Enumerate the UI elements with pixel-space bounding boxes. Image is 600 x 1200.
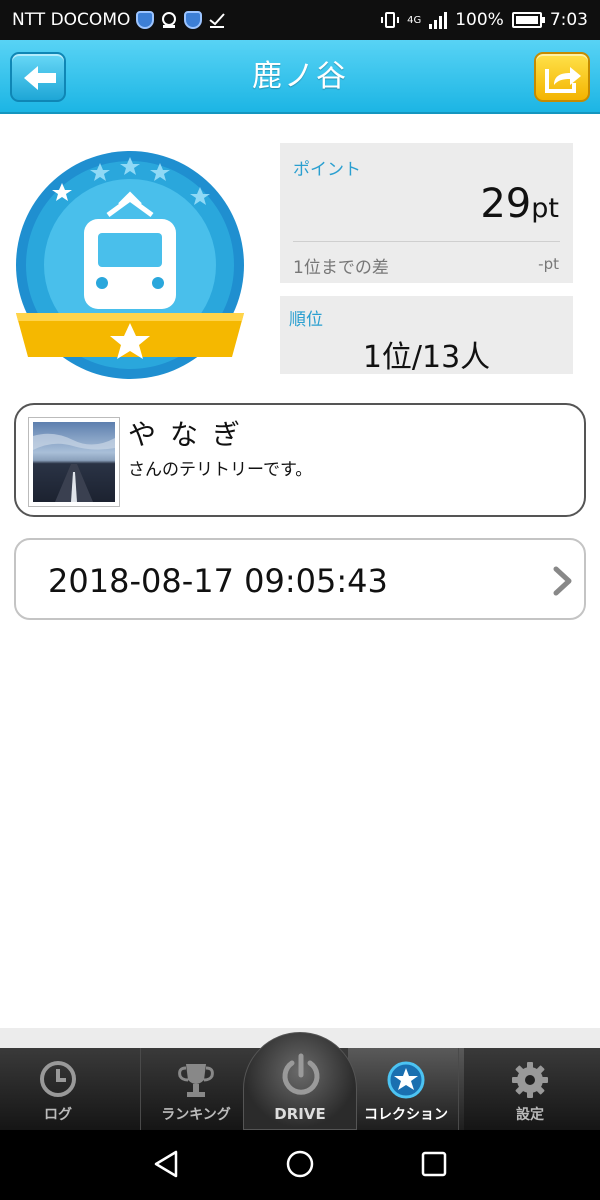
tab-divider xyxy=(458,1048,459,1130)
share-arrow-icon xyxy=(545,67,581,93)
divider xyxy=(293,241,560,242)
carrier-name: NTT DOCOMO xyxy=(12,10,131,30)
title-bar: 鹿ノ谷 xyxy=(0,40,600,114)
gap-to-first-label: 1位までの差 xyxy=(293,258,389,278)
clock-icon xyxy=(40,1061,76,1097)
rank-label: 順位 xyxy=(289,310,323,330)
drive-label: DRIVE xyxy=(274,1105,326,1123)
history-row[interactable]: 2018-08-17 09:05:43 xyxy=(14,538,586,620)
trophy-icon xyxy=(178,1064,214,1097)
tab-log[interactable]: ログ xyxy=(0,1048,116,1130)
points-value: 29pt xyxy=(480,181,559,227)
points-label: ポイント xyxy=(293,160,361,180)
tab-log-label: ログ xyxy=(44,1107,72,1123)
tab-ranking-label: ランキング xyxy=(161,1107,231,1123)
points-panel: ポイント 29pt 1位までの差 -pt xyxy=(280,143,573,283)
shield-icon xyxy=(136,11,155,29)
home-circle-icon[interactable] xyxy=(285,1149,315,1179)
acquired-datetime: 2018-08-17 09:05:43 xyxy=(48,562,388,600)
clock-time: 7:03 xyxy=(549,10,588,30)
rank-panel: 順位 1位/13人 xyxy=(280,296,573,375)
territory-owner-card[interactable]: やなぎ さんのテリトリーです。 xyxy=(14,403,586,517)
tab-ranking[interactable]: ランキング xyxy=(138,1048,254,1130)
battery-percent: 100% xyxy=(455,10,504,30)
rank-value: 1位/13人 xyxy=(362,340,491,375)
tab-settings-label: 設定 xyxy=(516,1107,544,1123)
recents-square-icon[interactable] xyxy=(419,1149,449,1179)
notification-icon xyxy=(160,11,178,29)
checkmark-icon xyxy=(208,11,226,29)
page-title: 鹿ノ谷 xyxy=(252,59,348,94)
gap-to-first-value: -pt xyxy=(538,255,559,273)
status-bar: NTT DOCOMO 4G 100% 7:03 xyxy=(0,0,600,40)
gear-icon xyxy=(512,1062,548,1098)
back-triangle-icon[interactable] xyxy=(152,1149,182,1179)
territory-message: さんのテリトリーです。 xyxy=(128,460,313,480)
system-nav-bar xyxy=(0,1130,600,1200)
power-icon xyxy=(282,1053,320,1095)
tab-collection-label: コレクション xyxy=(364,1107,448,1123)
collection-badge xyxy=(10,143,250,388)
chevron-right-icon xyxy=(553,566,572,596)
battery-icon xyxy=(511,12,545,28)
share-button[interactable] xyxy=(534,52,590,102)
shield-icon xyxy=(184,11,203,29)
points-number: 29 xyxy=(480,181,532,227)
signal-icon xyxy=(429,11,448,29)
owner-avatar xyxy=(28,417,120,507)
tab-settings[interactable]: 設定 xyxy=(472,1048,588,1130)
vibrate-icon xyxy=(381,11,400,29)
points-unit: pt xyxy=(531,193,559,224)
owner-name: やなぎ xyxy=(128,418,255,451)
network-type: 4G xyxy=(407,14,422,26)
tab-collection[interactable]: コレクション xyxy=(348,1048,464,1130)
star-circle-icon xyxy=(387,1061,425,1099)
